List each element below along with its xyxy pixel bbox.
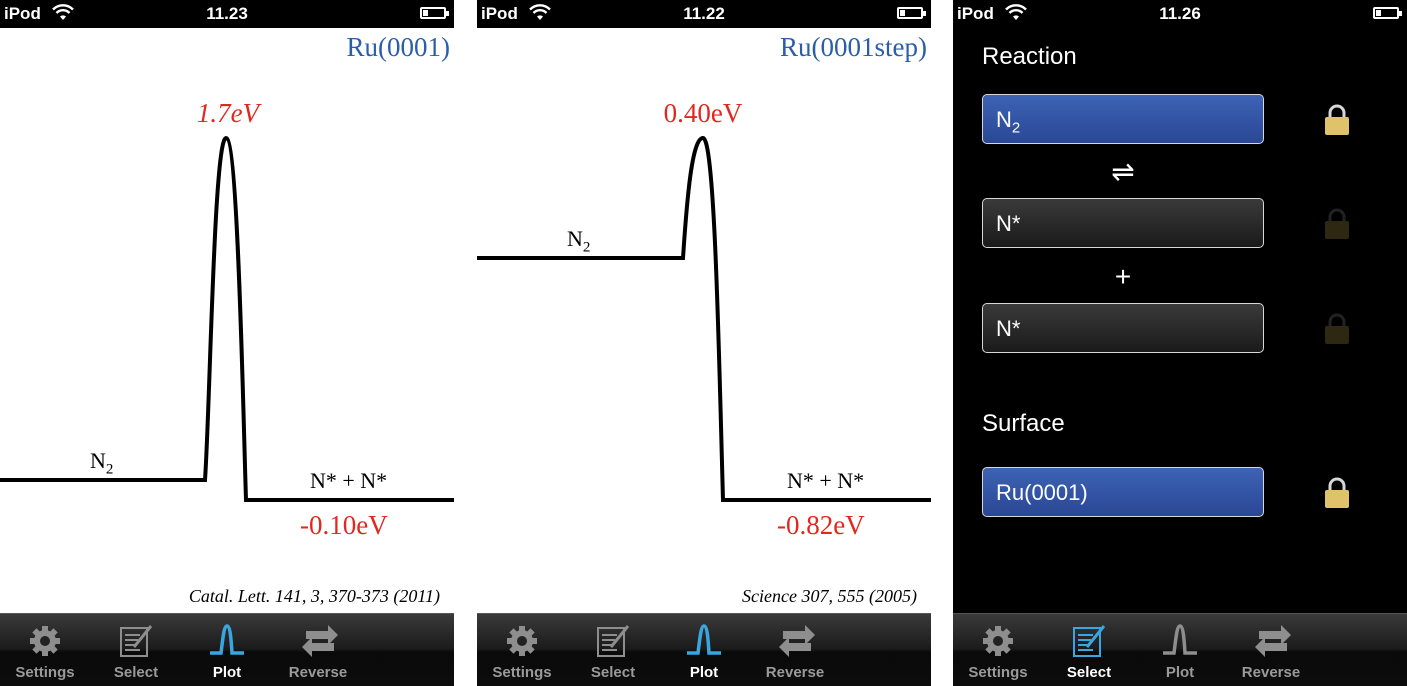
gear-icon (983, 626, 1013, 656)
lock-icon[interactable] (1324, 208, 1350, 240)
tab-select[interactable]: Select (568, 614, 658, 686)
status-bar: iPod 11.22 (477, 0, 931, 28)
select-document-icon (1073, 625, 1106, 657)
reactant-label: N2 (567, 226, 591, 256)
clock: 11.22 (683, 4, 725, 23)
plot-peak-icon (1163, 624, 1197, 655)
battery-icon (897, 7, 926, 19)
select-screen: iPod 11.26 Reaction N2 ⇌ N* + N* Surface… (953, 0, 1407, 686)
tab-bar: Settings Select Plot Reverse (953, 613, 1407, 686)
status-bar: iPod 11.26 (953, 0, 1407, 28)
energy-diagram: Ru(0001) 1.7eV N2 N* + N* -0.10eV Catal.… (0, 28, 454, 613)
barrier-energy-label: 1.7eV (196, 98, 260, 128)
gear-icon (30, 626, 60, 656)
reaction-heading: Reaction (982, 43, 1077, 70)
tab-reverse-label: Reverse (288, 664, 348, 681)
tab-plot-label: Plot (212, 664, 242, 681)
tab-select[interactable]: Select (91, 614, 181, 686)
plus-sign: + (1114, 261, 1132, 292)
plot-screen-ru0001: iPod 11.23 Ru(0001) 1.7eV N2 N* + N* -0.… (0, 0, 454, 686)
clock: 11.23 (206, 4, 248, 23)
surface-title: Ru(0001step) (780, 32, 927, 62)
tab-plot-label: Plot (689, 664, 719, 681)
clock: 11.26 (1159, 4, 1201, 23)
tab-reverse[interactable]: Reverse (750, 614, 840, 686)
surface-field[interactable]: Ru(0001) (982, 467, 1264, 517)
tab-reverse-label: Reverse (1241, 664, 1301, 681)
literature-reference: Science 307, 555 (2005) (742, 586, 917, 606)
tab-reverse[interactable]: Reverse (1226, 614, 1316, 686)
tab-bar: Settings Select Plot Reverse (477, 613, 931, 686)
lock-icon[interactable] (1324, 477, 1350, 509)
barrier-energy-label: 0.40eV (663, 98, 743, 128)
tab-settings-label: Settings (492, 664, 552, 681)
tab-select-label: Select (1066, 664, 1112, 681)
reaction-energy-label: -0.10eV (300, 510, 388, 540)
tab-reverse[interactable]: Reverse (273, 614, 363, 686)
energy-diagram: Ru(0001step) 0.40eV N2 N* + N* -0.82eV S… (477, 28, 931, 613)
plot-screen-ru0001-step: iPod 11.22 Ru(0001step) 0.40eV N2 N* + N… (477, 0, 931, 686)
tab-settings-label: Settings (15, 664, 75, 681)
product-label: N* + N* (787, 468, 865, 493)
tab-settings[interactable]: Settings (953, 614, 1043, 686)
surface-heading: Surface (982, 410, 1065, 437)
product2-field[interactable]: N* (982, 303, 1264, 353)
plot-peak-icon (687, 624, 721, 655)
tab-plot-label: Plot (1165, 664, 1195, 681)
select-document-icon (597, 625, 630, 657)
status-bar: iPod 11.23 (0, 0, 454, 28)
reaction-energy-label: -0.82eV (777, 510, 865, 540)
reactant-field[interactable]: N2 (982, 94, 1264, 144)
literature-reference: Catal. Lett. 141, 3, 370-373 (2011) (188, 586, 440, 606)
tab-select[interactable]: Select (1044, 614, 1134, 686)
product-label: N* + N* (310, 468, 388, 493)
tab-settings[interactable]: Settings (477, 614, 567, 686)
lock-icon[interactable] (1324, 313, 1350, 345)
product1-field[interactable]: N* (982, 198, 1264, 248)
tab-reverse-label: Reverse (765, 664, 825, 681)
gear-icon (507, 626, 537, 656)
equilibrium-arrows: ⇌ (1111, 156, 1135, 187)
tab-plot[interactable]: Plot (182, 614, 272, 686)
tab-select-label: Select (590, 664, 636, 681)
tab-settings[interactable]: Settings (0, 614, 90, 686)
lock-icon[interactable] (1324, 104, 1350, 136)
battery-icon (1373, 7, 1402, 19)
tab-plot[interactable]: Plot (1135, 614, 1225, 686)
reverse-arrows-icon (779, 625, 815, 657)
surface-title: Ru(0001) (346, 32, 451, 62)
plot-peak-icon (210, 624, 244, 655)
tab-bar: Settings Select Plot Reverse (0, 613, 454, 686)
reverse-arrows-icon (302, 625, 338, 657)
tab-select-label: Select (113, 664, 159, 681)
tab-plot[interactable]: Plot (659, 614, 749, 686)
tab-settings-label: Settings (968, 664, 1028, 681)
select-document-icon (120, 625, 153, 657)
reactant-label: N2 (90, 448, 114, 478)
reverse-arrows-icon (1255, 625, 1291, 657)
battery-icon (420, 7, 449, 19)
